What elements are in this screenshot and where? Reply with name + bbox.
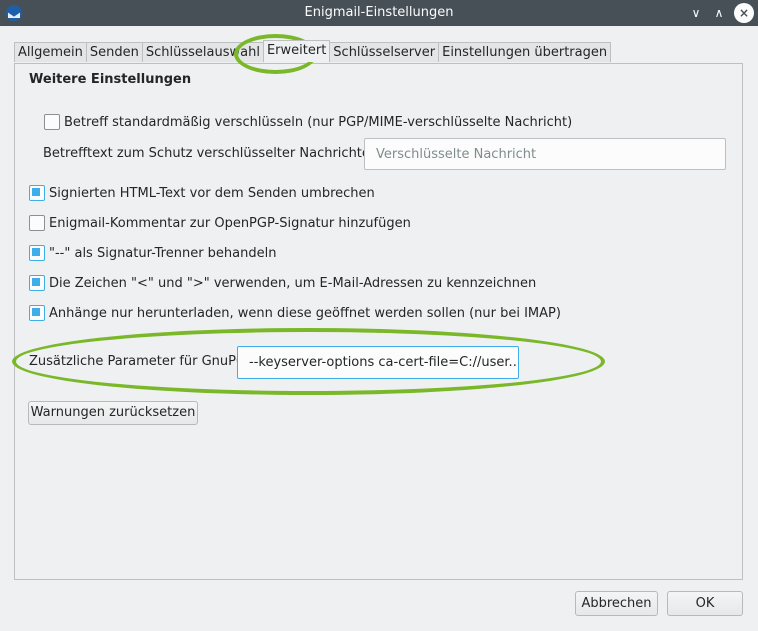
wrap-html-checkbox[interactable] xyxy=(29,185,45,201)
tab-schluesselserver[interactable]: Schlüsselserver xyxy=(329,42,440,62)
tab-schluesselauswahl[interactable]: Schlüsselauswahl xyxy=(141,42,264,62)
option-enigmail-comment[interactable]: Enigmail-Kommentar zur OpenPGP-Signatur … xyxy=(29,215,411,231)
subject-text-label: Betrefftext zum Schutz verschlüsselter N… xyxy=(43,146,379,161)
gnupg-params-value: --keyserver-options ca-cert-file=C://use… xyxy=(249,355,519,370)
download-attachments-checkbox[interactable] xyxy=(29,305,45,321)
minimize-icon[interactable]: ∨ xyxy=(686,3,706,23)
gnupg-params-label: Zusätzliche Parameter für GnuPG xyxy=(29,354,247,369)
tab-erweitert[interactable]: Erweitert xyxy=(262,40,331,62)
signature-separator-label: "--" als Signatur-Trenner behandeln xyxy=(49,245,277,261)
option-angle-brackets[interactable]: Die Zeichen "<" und ">" verwenden, um E-… xyxy=(29,275,536,291)
option-signature-separator[interactable]: "--" als Signatur-Trenner behandeln xyxy=(29,245,276,261)
ok-button[interactable]: OK xyxy=(667,591,743,616)
tab-bar: Allgemein Senden Schlüsselauswahl Erweit… xyxy=(14,40,612,63)
maximize-icon[interactable]: ∧ xyxy=(709,3,729,23)
cancel-button[interactable]: Abbrechen xyxy=(575,591,658,616)
encrypt-subject-checkbox[interactable] xyxy=(44,114,60,130)
enigmail-comment-label: Enigmail-Kommentar zur OpenPGP-Signatur … xyxy=(49,215,411,231)
encrypt-subject-label: Betreff standardmäßig verschlüsseln (nur… xyxy=(64,114,573,130)
close-icon[interactable]: × xyxy=(734,3,754,23)
reset-warnings-button[interactable]: Warnungen zurücksetzen xyxy=(28,401,198,425)
window-title: Enigmail-Einstellungen xyxy=(304,5,454,20)
window-titlebar: Enigmail-Einstellungen ∨ ∧ × xyxy=(0,0,758,26)
option-wrap-html[interactable]: Signierten HTML-Text vor dem Senden umbr… xyxy=(29,185,375,201)
enigmail-comment-checkbox[interactable] xyxy=(29,215,45,231)
option-download-attachments[interactable]: Anhänge nur herunterladen, wenn diese ge… xyxy=(29,305,561,321)
tab-senden[interactable]: Senden xyxy=(85,42,143,62)
tab-allgemein[interactable]: Allgemein xyxy=(14,42,87,62)
download-attachments-label: Anhänge nur herunterladen, wenn diese ge… xyxy=(49,305,561,321)
wrap-html-label: Signierten HTML-Text vor dem Senden umbr… xyxy=(49,185,375,201)
gnupg-params-input[interactable]: --keyserver-options ca-cert-file=C://use… xyxy=(237,346,519,379)
section-title: Weitere Einstellungen xyxy=(29,72,192,87)
angle-brackets-label: Die Zeichen "<" und ">" verwenden, um E-… xyxy=(49,275,537,291)
signature-separator-checkbox[interactable] xyxy=(29,245,45,261)
encrypt-subject-option[interactable]: Betreff standardmäßig verschlüsseln (nur… xyxy=(44,114,572,130)
tab-einstellungen-uebertragen[interactable]: Einstellungen übertragen xyxy=(438,42,612,62)
subject-text-input[interactable]: Verschlüsselte Nachricht xyxy=(364,138,726,170)
settings-panel: Weitere Einstellungen Betreff standardmä… xyxy=(14,63,743,580)
angle-brackets-checkbox[interactable] xyxy=(29,275,45,291)
